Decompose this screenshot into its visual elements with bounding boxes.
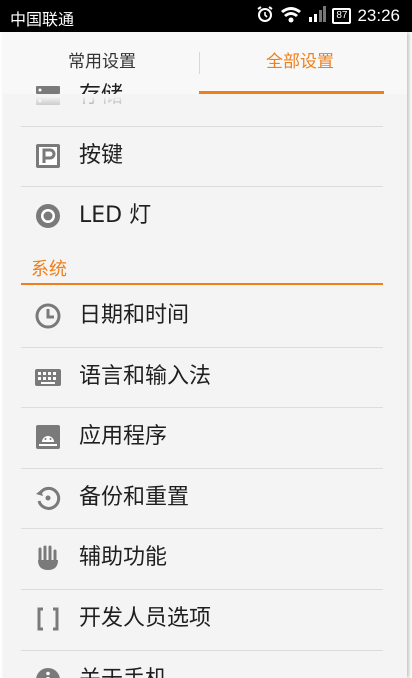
list-item-label: 应用程序 (79, 424, 168, 449)
led-light-icon (33, 201, 63, 231)
list-item-storage[interactable]: 存储 (3, 66, 407, 126)
list-item-accessibility[interactable]: 辅助功能 (3, 528, 407, 588)
backup-restore-icon (33, 483, 63, 513)
battery-icon: 87 (332, 8, 352, 24)
alarm-icon (256, 5, 274, 27)
list-item-applications[interactable]: 应用程序 (3, 407, 407, 467)
status-icons: 87 23:26 (256, 5, 400, 27)
list-item-led[interactable]: LED 灯 (3, 186, 407, 246)
section-divider (21, 283, 383, 285)
list-item-label: 存储 (79, 83, 124, 108)
hand-icon (33, 543, 63, 573)
list-item-date-time[interactable]: 日期和时间 (3, 286, 407, 346)
settings-window: 常用设置 全部设置 存储 按键 LED 灯 系统 日期和时间 语言和输入法 应用… (3, 32, 407, 678)
wifi-icon (280, 5, 302, 27)
clock-icon (33, 301, 63, 331)
list-item-keys[interactable]: 按键 (3, 126, 407, 186)
list-item-label: 辅助功能 (79, 545, 168, 570)
list-item-label: LED 灯 (79, 203, 152, 228)
android-app-icon (33, 422, 63, 452)
list-item-label: 语言和输入法 (79, 364, 212, 389)
list-item-language-input[interactable]: 语言和输入法 (3, 347, 407, 407)
list-item-developer-options[interactable]: 开发人员选项 (3, 589, 407, 649)
keyboard-icon (33, 362, 63, 392)
status-bar: 中国联通 87 23:26 (0, 0, 412, 32)
list-item-label: 开发人员选项 (79, 606, 212, 631)
parking-key-icon (33, 141, 63, 171)
list-item-label: 关于手机 (79, 650, 167, 678)
list-item-backup-reset[interactable]: 备份和重置 (3, 468, 407, 528)
list-item-label: 日期和时间 (79, 303, 190, 328)
clock-time: 23:26 (357, 6, 400, 25)
section-header-system: 系统 (31, 259, 67, 280)
list-item-about-phone[interactable]: 关于手机 (3, 650, 407, 678)
signal-icon (308, 6, 327, 26)
brackets-icon (33, 604, 63, 634)
carrier-name: 中国联通 (10, 10, 75, 29)
list-item-label: 按键 (79, 143, 124, 168)
storage-icon (33, 81, 63, 111)
list-item-label: 备份和重置 (79, 485, 190, 510)
info-icon (33, 665, 63, 678)
